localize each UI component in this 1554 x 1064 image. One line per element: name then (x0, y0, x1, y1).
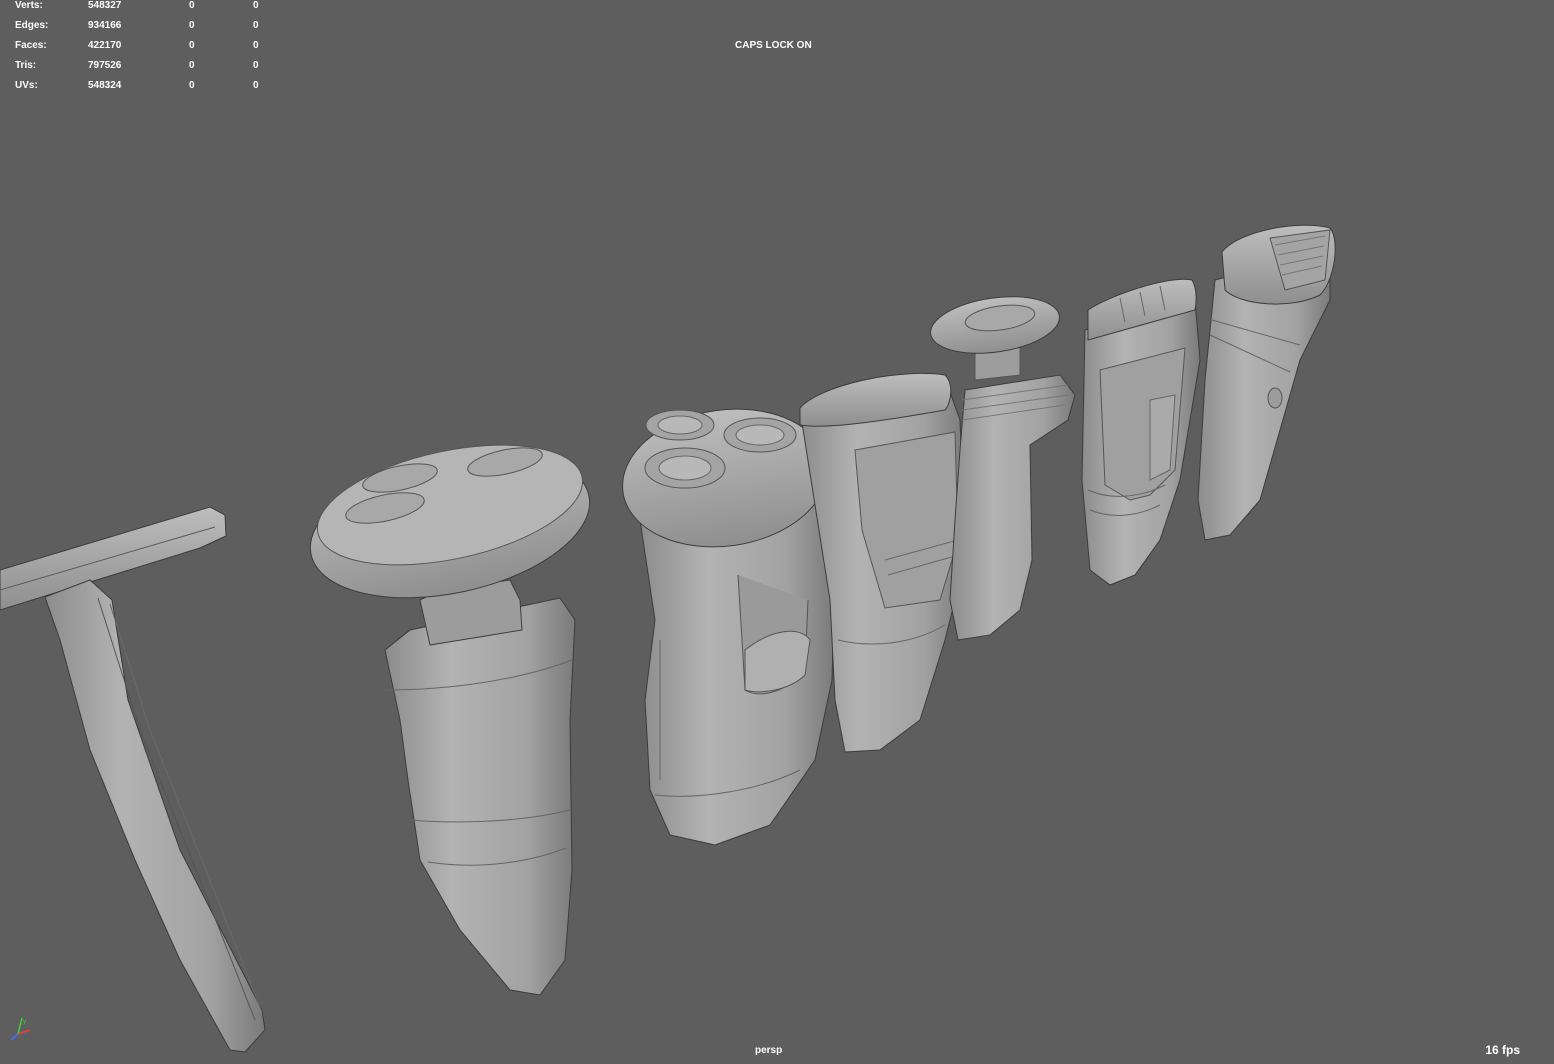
stat-label: UVs: (15, 80, 38, 91)
rotary-shaver-large[interactable] (297, 424, 603, 996)
epilator[interactable] (1197, 224, 1336, 541)
stat-label: Tris: (15, 60, 37, 71)
maya-viewport[interactable]: Verts: 548327 0 0 Edges: 934166 0 0 Face… (0, 0, 1554, 1064)
stat-value: 934166 (88, 20, 122, 31)
stat-selected: 0 (189, 60, 195, 71)
camera-name-label[interactable]: persp (755, 1045, 782, 1057)
stat-selected: 0 (189, 20, 195, 31)
stat-row-uvs: UVs: 548324 0 0 (15, 80, 275, 100)
stat-value: 422170 (88, 40, 122, 51)
foil-shaver-narrow[interactable] (1081, 278, 1201, 586)
stat-row-verts: Verts: 548327 0 0 (15, 0, 275, 20)
poly-count-stats: Verts: 548327 0 0 Edges: 934166 0 0 Face… (15, 0, 275, 100)
stat-value: 797526 (88, 60, 122, 71)
stat-selected: 0 (189, 0, 195, 11)
stat-extra: 0 (253, 60, 259, 71)
stat-row-tris: Tris: 797526 0 0 (15, 60, 275, 80)
stat-extra: 0 (253, 80, 259, 91)
axis-gizmo-icon: y (10, 1017, 31, 1041)
fps-counter: 16 fps (1485, 1043, 1520, 1057)
stat-value: 548327 (88, 0, 122, 11)
viewport-scene[interactable] (0, 0, 1554, 1064)
x-axis-line (17, 1029, 31, 1035)
rotary-shaver-three-head[interactable] (614, 396, 837, 846)
y-axis-line (17, 1017, 23, 1035)
stat-selected: 0 (189, 80, 195, 91)
stat-selected: 0 (189, 40, 195, 51)
stat-row-edges: Edges: 934166 0 0 (15, 20, 275, 40)
safety-razor[interactable] (0, 506, 266, 1053)
z-axis-line (10, 1033, 19, 1041)
stat-extra: 0 (253, 40, 259, 51)
stat-label: Verts: (15, 0, 43, 11)
stat-label: Edges: (15, 20, 49, 31)
y-axis-label: y (23, 1019, 26, 1025)
stat-extra: 0 (253, 0, 259, 11)
stat-value: 548324 (88, 80, 122, 91)
stat-row-faces: Faces: 422170 0 0 (15, 40, 275, 60)
caps-lock-indicator: CAPS LOCK ON (735, 40, 812, 51)
stat-extra: 0 (253, 20, 259, 31)
stat-label: Faces: (15, 40, 47, 51)
